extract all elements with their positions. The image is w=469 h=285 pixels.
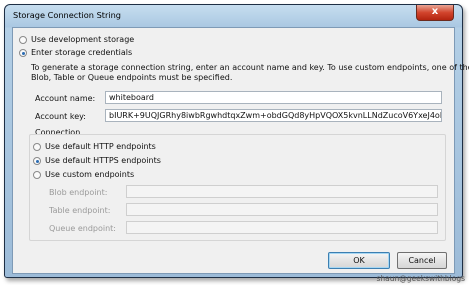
account-key-label: Account key: <box>35 112 86 121</box>
ok-button[interactable]: OK <box>328 252 390 269</box>
credentials-radio[interactable] <box>19 49 27 57</box>
blob-endpoint-field[interactable] <box>126 185 438 198</box>
dev-storage-label[interactable]: Use development storage <box>31 35 134 44</box>
table-endpoint-label: Table endpoint: <box>49 206 111 215</box>
dev-storage-radio[interactable] <box>19 36 27 44</box>
account-name-label: Account name: <box>35 94 96 103</box>
dialog-window: Storage Connection String x Use developm… <box>4 4 469 278</box>
watermark-text: shaun@geekswithblogs <box>376 274 465 283</box>
cancel-button[interactable]: Cancel <box>397 252 447 269</box>
custom-endpoints-radio[interactable] <box>33 171 41 179</box>
table-endpoint-field[interactable] <box>126 203 438 216</box>
close-button[interactable]: x <box>416 5 454 21</box>
account-name-field[interactable]: whiteboard <box>105 91 442 104</box>
window-title: Storage Connection String <box>13 10 122 20</box>
description-line-1: To generate a storage connection string,… <box>31 63 469 72</box>
credentials-label[interactable]: Enter storage credentials <box>31 48 132 57</box>
account-key-field[interactable]: bIURK+9UQJGRhy8iwbRgwhdtqxZwm+obdGQd8yHp… <box>105 109 442 122</box>
description-line-2: Blob, Table or Queue endpoints must be s… <box>31 73 233 82</box>
blob-endpoint-label: Blob endpoint: <box>49 188 108 197</box>
dialog-body: Use development storage Enter storage cr… <box>12 27 469 274</box>
queue-endpoint-field[interactable] <box>126 221 438 234</box>
https-label[interactable]: Use default HTTPS endpoints <box>45 156 161 165</box>
https-radio[interactable] <box>33 157 41 165</box>
queue-endpoint-label: Queue endpoint: <box>49 224 116 233</box>
http-label[interactable]: Use default HTTP endpoints <box>45 142 156 151</box>
custom-endpoints-label[interactable]: Use custom endpoints <box>45 170 134 179</box>
http-radio[interactable] <box>33 143 41 151</box>
